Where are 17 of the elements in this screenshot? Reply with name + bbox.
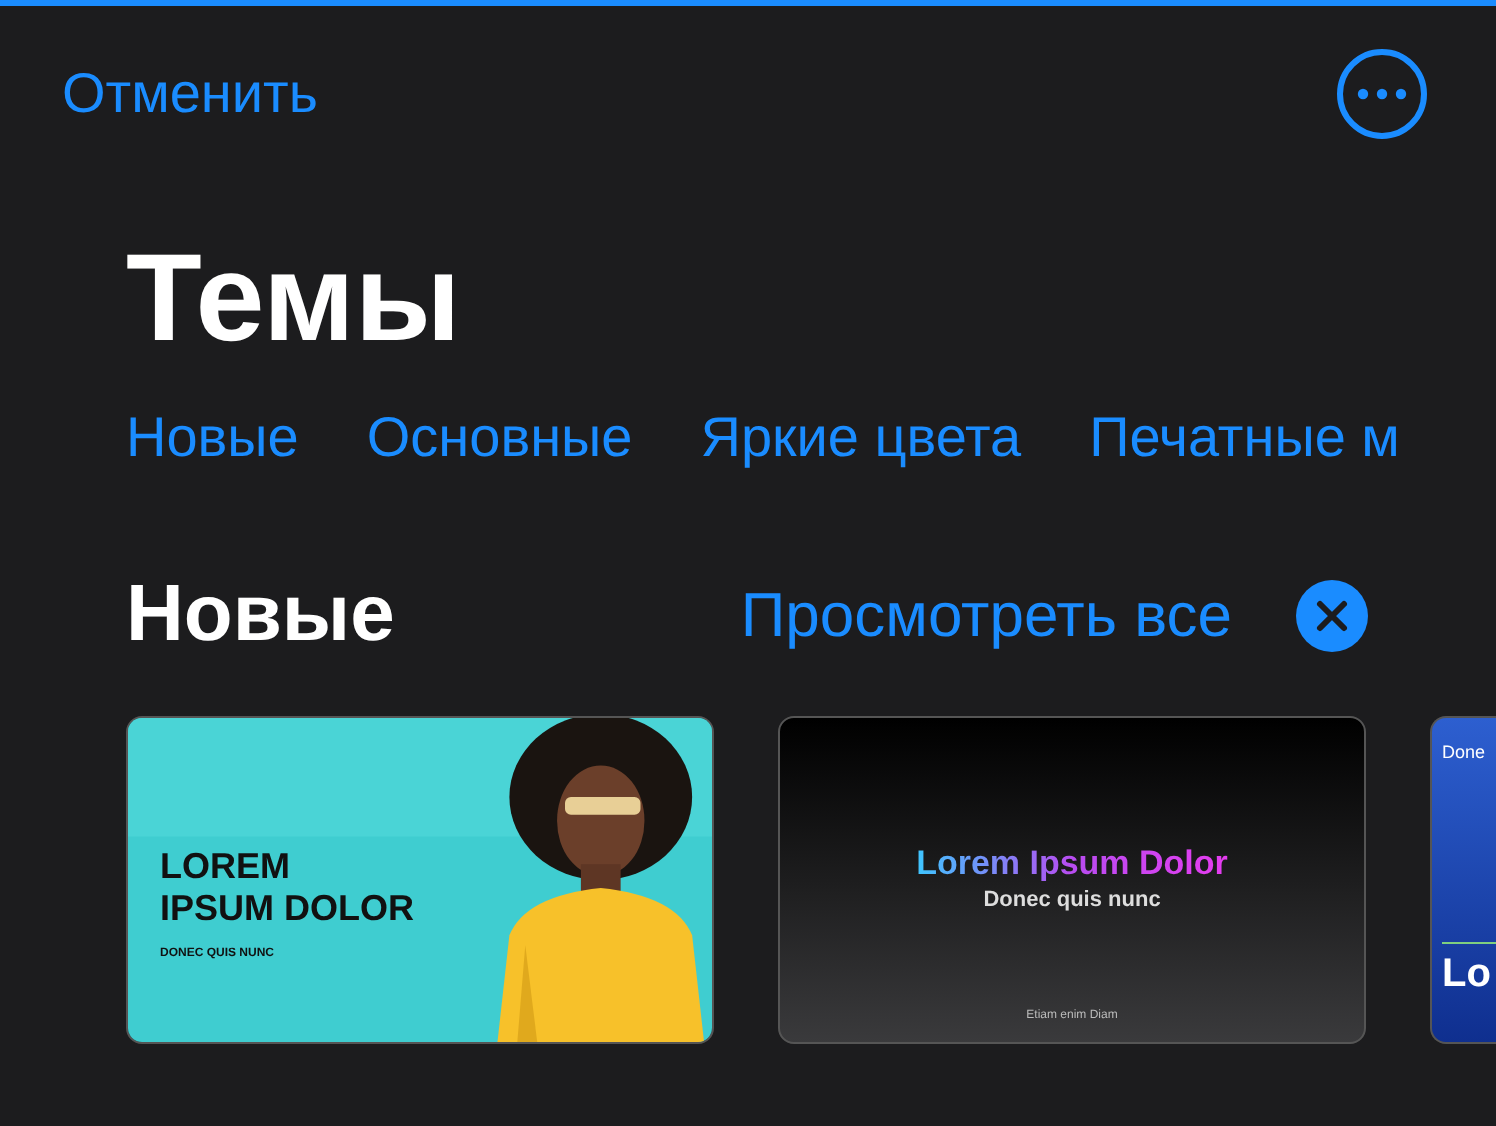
cancel-button[interactable]: Отменить: [62, 62, 318, 126]
more-icon[interactable]: [1336, 48, 1428, 140]
theme-title: IPSUM DOLOR: [160, 888, 415, 930]
close-icon[interactable]: [1296, 579, 1368, 651]
category-tab[interactable]: Новые: [126, 406, 299, 470]
theme-title: Lo: [1442, 942, 1496, 998]
theme-subtitle: Done: [1442, 742, 1488, 762]
theme-title: Lorem Ipsum Dolor: [916, 844, 1228, 884]
page-title: Темы: [126, 230, 463, 370]
section-title: Новые: [126, 570, 395, 660]
theme-subtitle: Donec quis nunc: [983, 888, 1161, 912]
category-tab[interactable]: Печатные м: [1089, 406, 1400, 470]
category-tab[interactable]: Яркие цвета: [700, 406, 1022, 470]
theme-title: LOREM: [160, 846, 292, 888]
see-all-link[interactable]: Просмотреть все: [740, 579, 1232, 651]
theme-card[interactable]: Done Lo: [1430, 716, 1496, 1044]
category-tab[interactable]: Основные: [366, 406, 633, 470]
